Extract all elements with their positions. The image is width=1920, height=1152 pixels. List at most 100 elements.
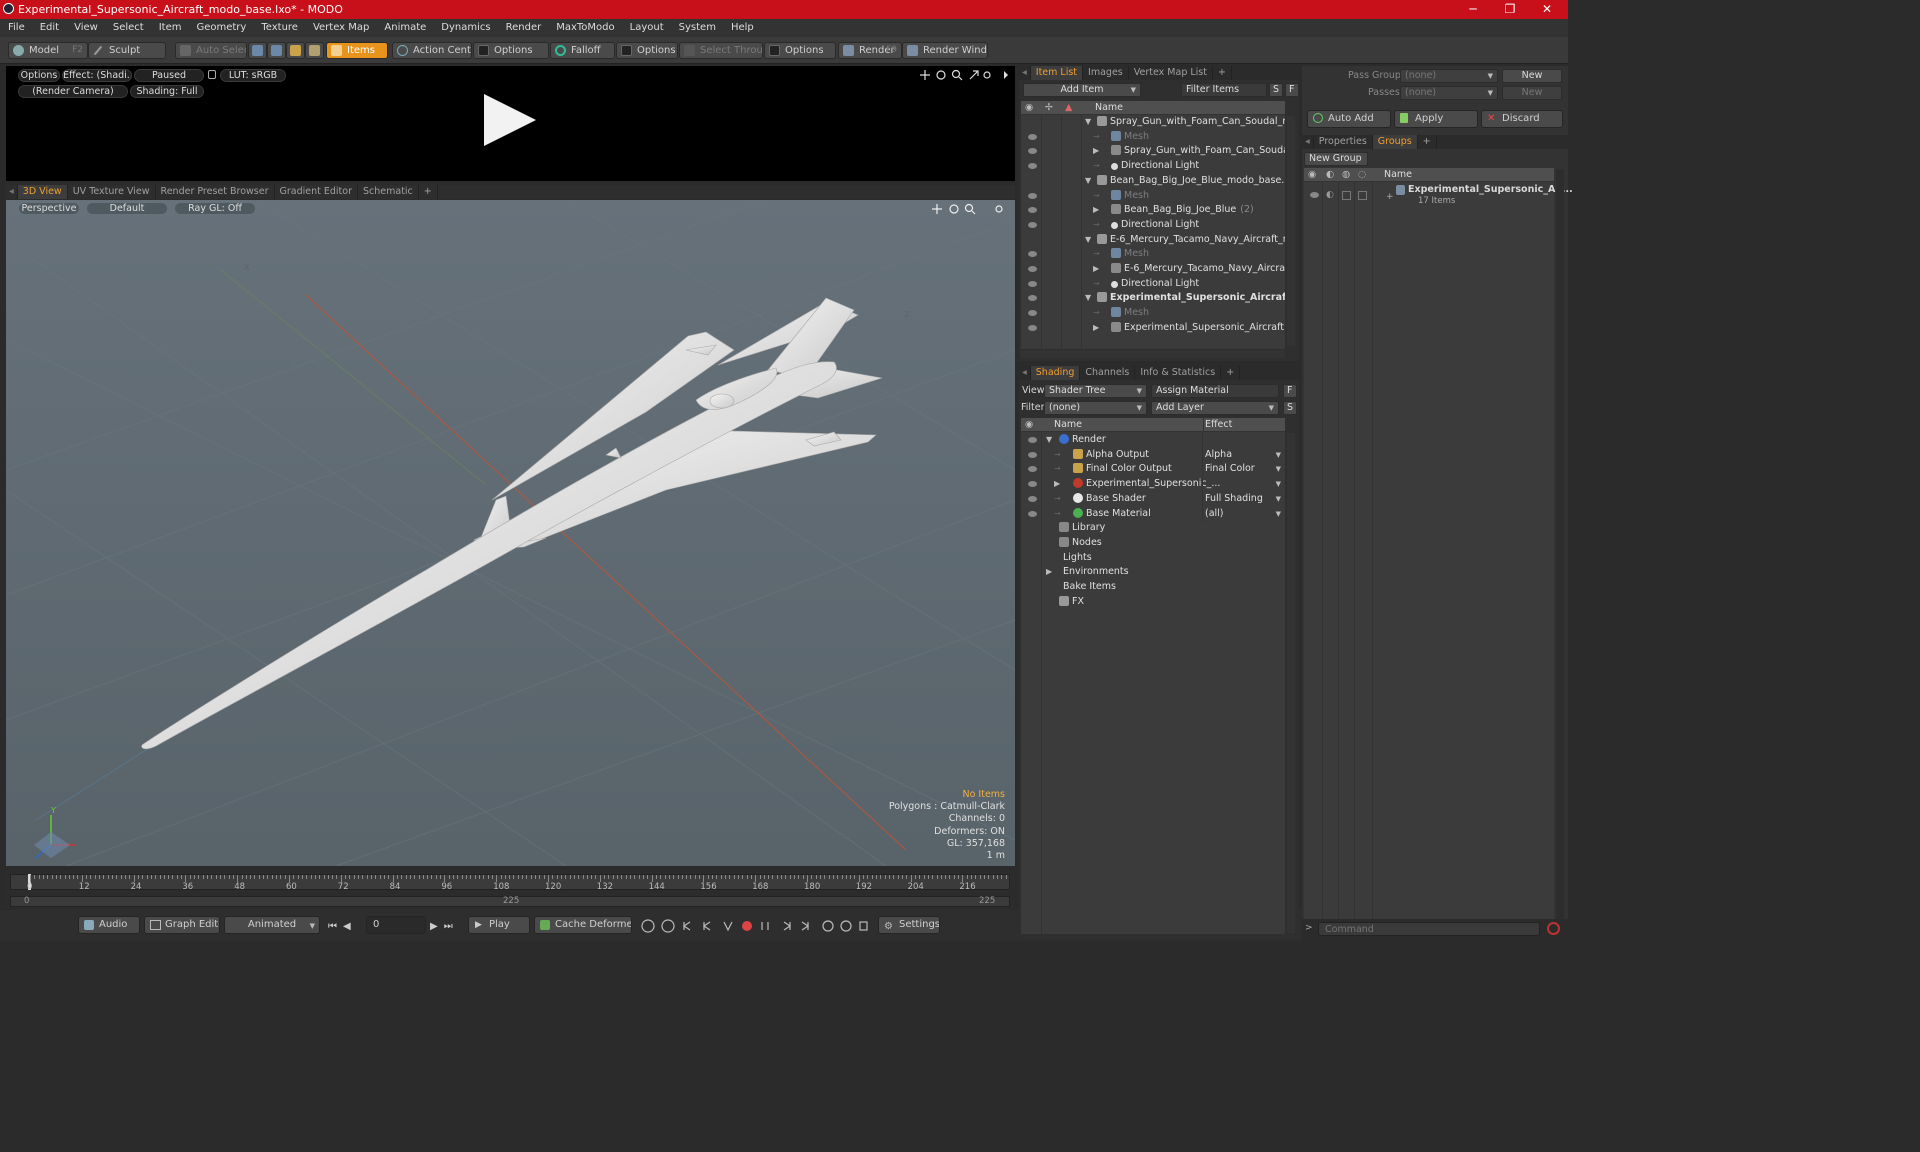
shader-row[interactable]: Bake Items — [1021, 580, 1285, 595]
maximize-button[interactable]: ❐ — [1492, 1, 1528, 18]
menu-dynamics[interactable]: Dynamics — [433, 19, 497, 33]
filter-items-input[interactable]: Filter Items — [1181, 83, 1267, 97]
polygons-mode-button[interactable] — [286, 42, 305, 59]
shading-s-button[interactable]: S — [1283, 401, 1297, 415]
eye-icon[interactable] — [1310, 192, 1319, 198]
eye-icon[interactable] — [1028, 192, 1037, 199]
add-item-dropdown[interactable]: Add Item ▼ — [1023, 83, 1141, 97]
tab-info-statistics[interactable]: Info & Statistics — [1135, 366, 1222, 380]
expand-icon[interactable]: + — [1386, 192, 1394, 202]
shading-dropdown[interactable]: Shading: Full — [130, 85, 204, 98]
eye-icon[interactable] — [1028, 324, 1037, 331]
tab-schematic[interactable]: Schematic — [358, 185, 419, 199]
default-dropdown[interactable]: Default — [86, 202, 168, 215]
model-mode-button[interactable]: Model F2 — [8, 42, 88, 59]
passes-dropdown[interactable]: (none) ▼ — [1400, 86, 1498, 100]
group-row[interactable]: ◐ + Experimental_Supersonic_Ai ... 17 It… — [1304, 184, 1573, 210]
new-group-button[interactable]: New Group — [1304, 152, 1368, 166]
apply-button[interactable]: Apply — [1394, 110, 1478, 128]
effect-dropdown[interactable]: Final Color ▼ — [1203, 462, 1285, 476]
viewport-nav-icons[interactable] — [930, 202, 1012, 216]
play-button[interactable]: ▶ Play — [468, 916, 530, 934]
select-options-button[interactable]: Options — [764, 42, 836, 59]
lock-icon[interactable] — [208, 70, 216, 79]
shader-row[interactable]: → Base Shader Full Shading ▼ — [1021, 492, 1285, 507]
eye-icon[interactable] — [1028, 133, 1037, 140]
animated-dropdown[interactable]: Animated ▼ — [224, 916, 320, 934]
expand-arrow-icon[interactable]: ▼ — [1046, 433, 1054, 447]
paused-button[interactable]: Paused — [134, 69, 204, 82]
menu-texture[interactable]: Texture — [253, 19, 305, 33]
effect-dropdown[interactable]: (all) ▼ — [1203, 507, 1285, 521]
lock-toggle[interactable] — [1342, 191, 1351, 200]
eye-icon[interactable] — [1028, 295, 1037, 302]
items-mode-button[interactable]: Items — [326, 42, 388, 59]
add-tab-button[interactable]: + — [1221, 366, 1241, 380]
view-dropdown[interactable]: Shader Tree ▼ — [1044, 384, 1147, 398]
expand-arrow-icon[interactable]: ▼ — [1085, 291, 1093, 305]
graph-editor-button[interactable]: Graph Editor — [144, 916, 220, 934]
edges-mode-button[interactable] — [267, 42, 286, 59]
menu-edit[interactable]: Edit — [32, 19, 66, 33]
shader-row[interactable]: FX — [1021, 595, 1285, 610]
expand-arrow-icon[interactable]: ▼ — [1085, 115, 1093, 129]
add-tab-button[interactable]: + — [1213, 66, 1232, 80]
eye-icon[interactable] — [1028, 495, 1037, 502]
tab-vertex-map-list[interactable]: Vertex Map List — [1129, 66, 1213, 80]
render-window-button[interactable]: Render Window — [902, 42, 988, 59]
new-pass-button[interactable]: New — [1502, 86, 1562, 100]
settings-button[interactable]: ⚙ Settings — [878, 916, 940, 934]
record-icon[interactable] — [1547, 922, 1560, 935]
expand-arrow-icon[interactable]: ▼ — [1085, 174, 1093, 188]
menu-render[interactable]: Render — [498, 19, 549, 33]
tab-item-list[interactable]: Item List — [1030, 66, 1084, 80]
render-toggle-icon[interactable]: ◐ — [1326, 190, 1334, 200]
menu-help[interactable]: Help — [723, 19, 761, 33]
eye-icon[interactable] — [1028, 310, 1037, 317]
tab-properties[interactable]: Properties — [1314, 135, 1373, 149]
menu-select[interactable]: Select — [105, 19, 151, 33]
frame-field[interactable]: 0 — [366, 916, 426, 934]
tab-shading[interactable]: Shading — [1030, 366, 1081, 380]
add-tab-button[interactable]: + — [419, 185, 438, 199]
shader-row[interactable]: Nodes — [1021, 536, 1285, 551]
menu-item[interactable]: Item — [151, 19, 189, 33]
preview-nav-icons[interactable] — [918, 68, 1010, 82]
filter-f-button[interactable]: F — [1285, 83, 1299, 97]
render-button[interactable]: Render F9 — [838, 42, 902, 59]
shader-row[interactable]: ▶ Environments — [1021, 565, 1285, 580]
action-center-button[interactable]: Action Center — [392, 42, 472, 59]
groups-scrollbar[interactable] — [1556, 169, 1564, 921]
new-pass-group-button[interactable]: New — [1502, 69, 1562, 83]
expand-arrow-icon[interactable]: ▶ — [1054, 477, 1062, 491]
eye-icon[interactable] — [1028, 280, 1037, 287]
add-layer-dropdown[interactable]: Add Layer ▼ — [1151, 401, 1279, 415]
shading-f-button[interactable]: F — [1283, 384, 1297, 398]
tab-render-preset-browser[interactable]: Render Preset Browser — [156, 185, 275, 199]
eye-icon[interactable] — [1028, 481, 1037, 488]
materials-mode-button[interactable] — [305, 42, 324, 59]
falloff-options-button[interactable]: Options — [616, 42, 678, 59]
menu-file[interactable]: File — [0, 19, 32, 33]
vertices-mode-button[interactable] — [248, 42, 267, 59]
key-controls[interactable] — [640, 918, 870, 934]
step-forward-buttons[interactable]: ▶⏭ — [430, 921, 459, 932]
close-button[interactable]: ✕ — [1529, 1, 1565, 18]
minimize-button[interactable]: ─ — [1455, 1, 1491, 18]
tab-images[interactable]: Images — [1083, 66, 1129, 80]
shader-row[interactable]: Lights — [1021, 551, 1285, 566]
menu-animate[interactable]: Animate — [376, 19, 433, 33]
eye-icon[interactable] — [1028, 148, 1037, 155]
expand-arrow-icon[interactable]: ▶ — [1093, 262, 1101, 276]
action-center-options-button[interactable]: Options — [473, 42, 549, 59]
filter-s-button[interactable]: S — [1269, 83, 1283, 97]
shader-row[interactable]: → Final Color Output Final Color ▼ — [1021, 462, 1285, 477]
eye-icon[interactable] — [1028, 163, 1037, 170]
shader-row[interactable]: Library — [1021, 521, 1285, 536]
select-through-button[interactable]: Select Through — [679, 42, 763, 59]
command-input[interactable] — [1318, 922, 1540, 936]
auto-add-button[interactable]: Auto Add — [1307, 110, 1391, 128]
discard-button[interactable]: ✕ Discard — [1481, 110, 1563, 128]
tab-groups[interactable]: Groups — [1372, 135, 1418, 149]
tab-gradient-editor[interactable]: Gradient Editor — [275, 185, 358, 199]
